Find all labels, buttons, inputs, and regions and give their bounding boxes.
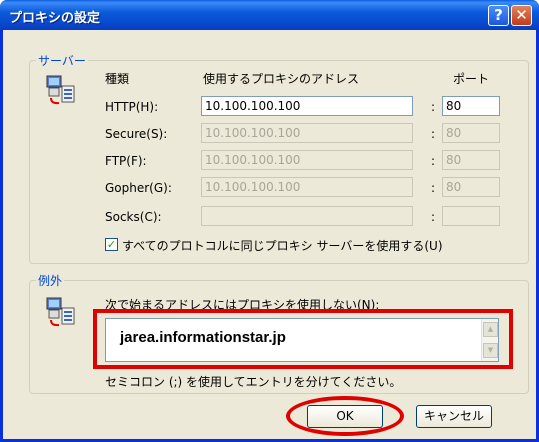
cancel-button[interactable]: キャンセル xyxy=(416,405,492,428)
exceptions-computers-icon xyxy=(46,297,75,327)
ftp-label: FTP(F): xyxy=(105,154,147,168)
network-computers-icon xyxy=(46,75,75,105)
ftp-address-input[interactable]: 10.100.100.100 xyxy=(201,150,413,170)
http-colon: : xyxy=(431,100,436,114)
help-button[interactable]: ? xyxy=(488,5,509,26)
socks-address-input[interactable] xyxy=(201,206,413,226)
socks-label: Socks(C): xyxy=(105,210,162,224)
close-button[interactable]: ✕ xyxy=(511,5,532,26)
ftp-colon: : xyxy=(431,154,436,168)
same-proxy-checkbox[interactable]: ✓ xyxy=(105,238,118,251)
dialog-title: プロキシの設定 xyxy=(9,11,101,26)
servers-legend: サーバー xyxy=(38,54,86,68)
socks-port-input[interactable] xyxy=(442,206,500,226)
secure-port-input[interactable]: 80 xyxy=(442,123,500,143)
exceptions-note: セミコロン (;) を使用してエントリを分けてください。 xyxy=(105,375,402,389)
same-proxy-label[interactable]: すべてのプロトコルに同じプロキシ サーバーを使用する(U) xyxy=(122,237,443,254)
title-bar: プロキシの設定 ? ✕ xyxy=(0,0,539,30)
secure-address-input[interactable]: 10.100.100.100 xyxy=(201,123,413,143)
ftp-port-input[interactable]: 80 xyxy=(442,150,500,170)
highlight-box xyxy=(93,309,513,369)
gopher-port-input[interactable]: 80 xyxy=(442,177,500,197)
proxy-settings-dialog: プロキシの設定 ? ✕ サーバー 種類 使用するプロキシのアドレス ポート HT… xyxy=(0,0,539,442)
highlight-oval xyxy=(286,396,404,436)
gopher-address-input[interactable]: 10.100.100.100 xyxy=(201,177,413,197)
gopher-colon: : xyxy=(431,181,436,195)
http-label: HTTP(H): xyxy=(105,100,159,114)
http-address-input[interactable]: 10.100.100.100 xyxy=(201,96,413,116)
port-column-header: ポート xyxy=(453,72,490,86)
socks-colon: : xyxy=(431,210,436,224)
gopher-label: Gopher(G): xyxy=(105,181,172,195)
http-port-input[interactable]: 80 xyxy=(442,96,500,116)
address-column-header: 使用するプロキシのアドレス xyxy=(203,72,360,86)
type-column-header: 種類 xyxy=(105,72,130,86)
secure-colon: : xyxy=(431,127,436,141)
exceptions-legend: 例外 xyxy=(38,274,63,288)
secure-label: Secure(S): xyxy=(105,127,168,141)
